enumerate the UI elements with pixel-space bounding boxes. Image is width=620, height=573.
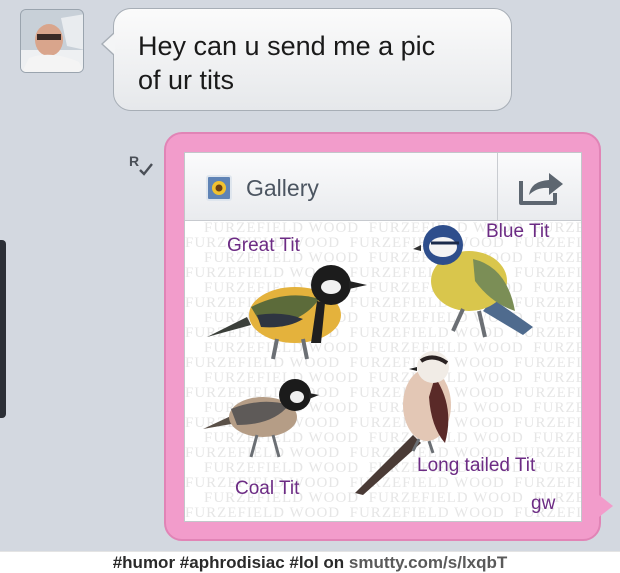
attachment-header: Gallery: [185, 153, 581, 221]
sunflower-photo-icon: [206, 175, 232, 201]
caption-bar: #humor #aphrodisiac #lol on smutty.com/s…: [0, 551, 620, 573]
device-edge: [0, 240, 6, 418]
outgoing-bubble-tail: [599, 495, 613, 517]
incoming-message-line-2: of ur tits: [138, 65, 235, 95]
coal-tit-image: [203, 379, 319, 458]
label-great-tit: Great Tit: [227, 235, 300, 256]
gallery-attachment-card[interactable]: Gallery FURZEFIELD WOOD FURZEFIELD WOOD …: [184, 152, 582, 522]
caption-site-link[interactable]: smutty.com/s/lxqbT: [349, 553, 507, 572]
avatar-photo: [21, 10, 83, 72]
avatar[interactable]: [20, 9, 84, 73]
incoming-bubble-tail-fill: [103, 33, 115, 55]
svg-text:R: R: [129, 153, 139, 169]
read-receipt-icon: R: [129, 153, 153, 176]
corner-initials: gw: [531, 493, 556, 514]
share-arrow-icon[interactable]: [515, 165, 569, 209]
gallery-title: Gallery: [246, 175, 319, 201]
header-divider: [497, 153, 498, 220]
incoming-message-line-1: Hey can u send me a pic: [138, 31, 436, 61]
label-coal-tit: Coal Tit: [235, 478, 300, 499]
incoming-message-bubble[interactable]: Hey can u send me a pic of ur tits: [113, 8, 512, 111]
caption-tags: #humor #aphrodisiac #lol on: [112, 553, 345, 572]
blue-tit-image: [413, 225, 533, 338]
long-tailed-tit-image: [355, 351, 451, 495]
